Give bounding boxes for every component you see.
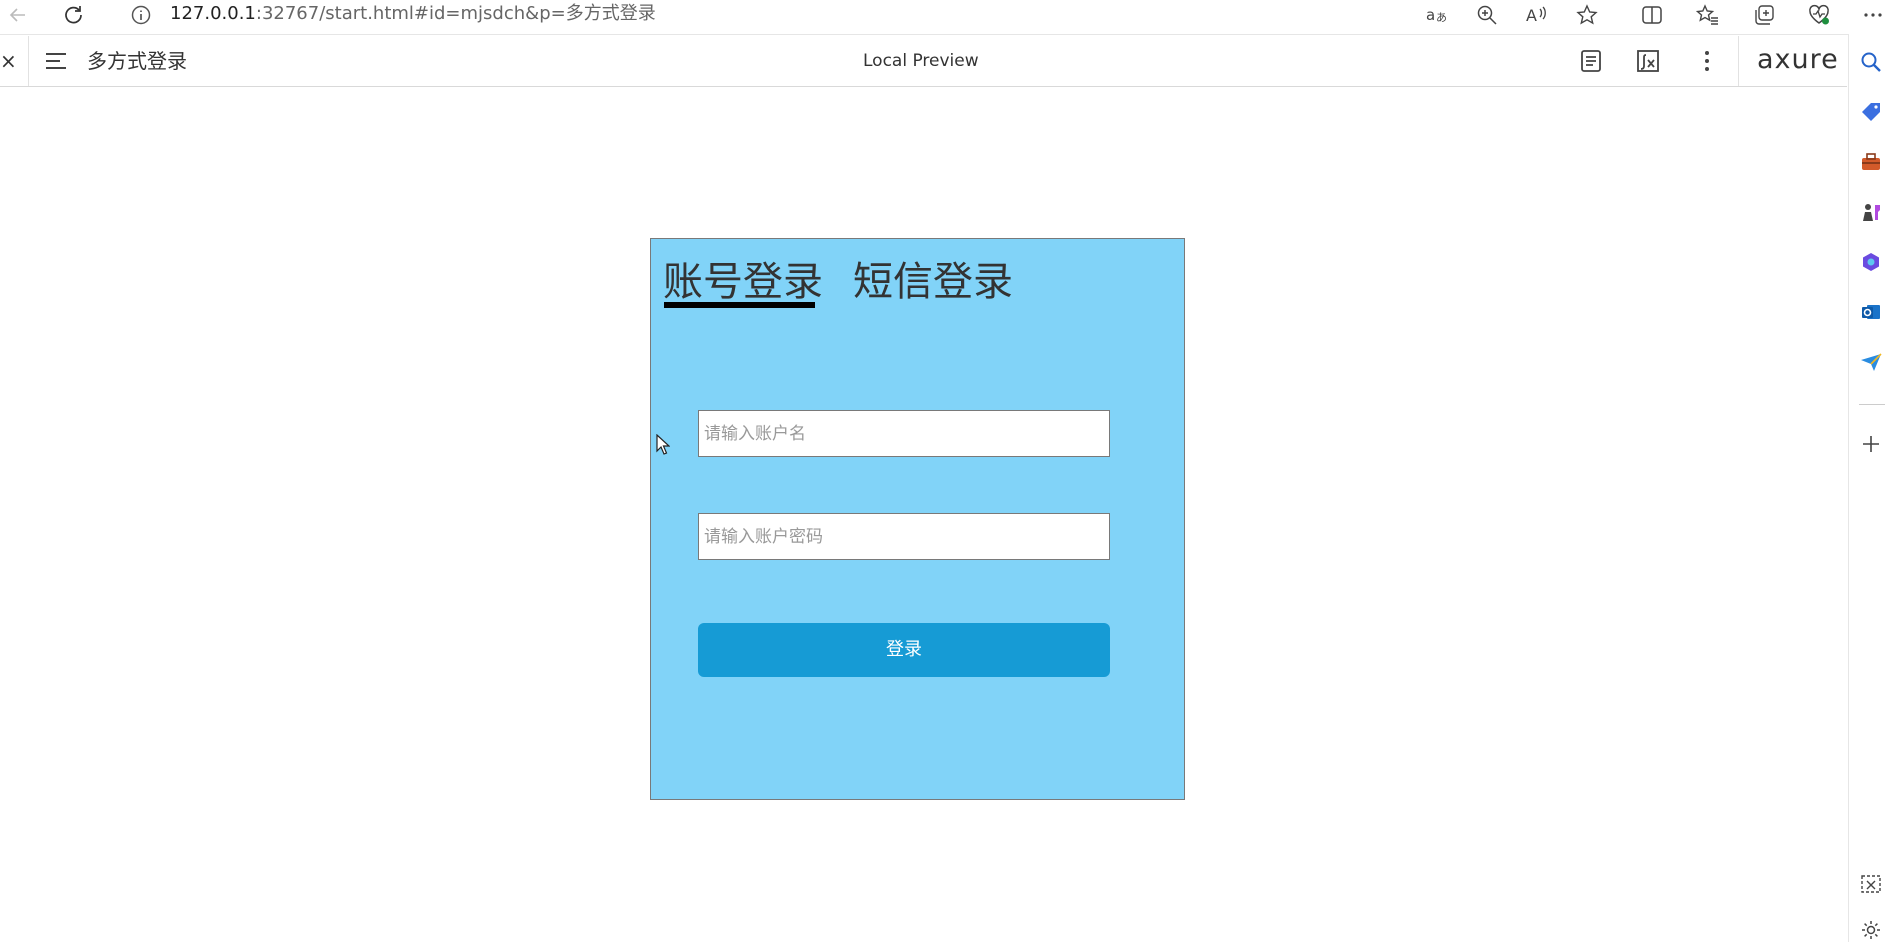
login-button[interactable]: 登录 <box>698 623 1110 677</box>
mouse-cursor-icon <box>656 434 670 456</box>
send-icon[interactable] <box>1859 350 1883 374</box>
zoom-icon[interactable] <box>1474 2 1500 28</box>
browser-address-bar: 127.0.0.1:32767/start.html#id=mjsdch&p=多… <box>0 0 1892 35</box>
toolbar-divider <box>28 36 29 86</box>
browser-essentials-icon[interactable] <box>1806 2 1832 28</box>
url-host: 127.0.0.1 <box>170 3 256 24</box>
sidebar-divider <box>1859 404 1885 405</box>
read-aloud-translate-icon[interactable]: aあ <box>1424 2 1450 28</box>
screenshot-icon[interactable] <box>1859 872 1883 896</box>
tag-icon[interactable] <box>1859 100 1883 124</box>
back-arrow-icon[interactable] <box>5 2 31 28</box>
add-icon[interactable] <box>1859 432 1883 456</box>
hamburger-menu-icon[interactable] <box>44 49 68 73</box>
favorite-star-icon[interactable] <box>1574 2 1600 28</box>
favorites-icon[interactable] <box>1695 2 1721 28</box>
more-dots-icon[interactable] <box>1860 2 1886 28</box>
site-info-icon[interactable] <box>128 2 154 28</box>
page-title: 多方式登录 <box>87 49 187 73</box>
password-input[interactable] <box>698 513 1110 560</box>
tab-sms-login[interactable]: 短信登录 <box>853 256 1013 308</box>
axure-toolbar: × 多方式登录 Local Preview axure <box>0 36 1847 87</box>
toolbox-icon[interactable] <box>1859 150 1883 174</box>
active-tab-underline <box>664 302 815 308</box>
outlook-icon[interactable] <box>1859 300 1883 324</box>
toolbar-divider <box>1738 36 1739 86</box>
more-vertical-icon[interactable] <box>1694 48 1720 74</box>
close-icon[interactable]: × <box>0 46 17 76</box>
collections-icon[interactable] <box>1751 2 1777 28</box>
refresh-icon[interactable] <box>60 2 86 28</box>
url-path: :32767/start.html#id=mjsdch&p=多方式登录 <box>255 3 656 24</box>
browser-sidebar <box>1848 34 1892 942</box>
games-icon[interactable] <box>1859 200 1883 224</box>
copilot-icon[interactable] <box>1859 250 1883 274</box>
url-text[interactable]: 127.0.0.1:32767/start.html#id=mjsdch&p=多… <box>170 1 656 27</box>
split-screen-icon[interactable] <box>1639 2 1665 28</box>
preview-label: Local Preview <box>863 51 979 71</box>
settings-icon[interactable] <box>1859 918 1883 942</box>
read-aloud-icon[interactable]: A <box>1524 2 1550 28</box>
notes-icon[interactable] <box>1578 48 1604 74</box>
tab-account-login[interactable]: 账号登录 <box>663 256 823 308</box>
username-input[interactable] <box>698 410 1110 457</box>
svg-text:A: A <box>1526 6 1537 25</box>
svg-text:a: a <box>1426 6 1435 24</box>
variables-icon[interactable] <box>1635 48 1661 74</box>
login-panel: 账号登录 短信登录 登录 <box>650 238 1185 800</box>
search-icon[interactable] <box>1859 50 1883 74</box>
svg-text:あ: あ <box>1436 11 1447 24</box>
axure-logo[interactable]: axure <box>1757 42 1839 78</box>
